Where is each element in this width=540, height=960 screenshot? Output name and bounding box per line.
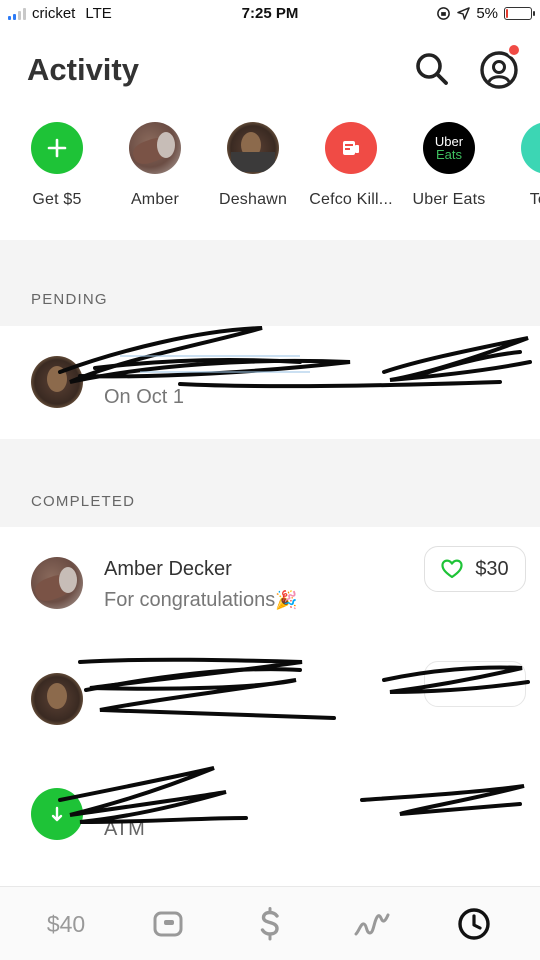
cash-icon — [31, 788, 83, 840]
wallet-icon — [153, 911, 183, 937]
contact-name: Deshawn — [218, 191, 288, 208]
avatar — [227, 122, 279, 174]
row-subtitle: For congratulations🎉 — [104, 589, 298, 611]
store-icon — [325, 122, 377, 174]
row-subtitle: On Oct 1 — [104, 386, 185, 408]
status-bar: cricket LTE 7:25 PM 5% — [0, 0, 540, 30]
battery-icon — [504, 7, 535, 20]
plus-icon — [31, 122, 83, 174]
recent-contacts: Get $5 Amber Deshawn Cefco Kill... Uber … — [0, 122, 540, 222]
section-divider — [0, 439, 540, 527]
section-divider — [0, 240, 540, 326]
search-icon — [416, 53, 448, 85]
party-emoji: 🎉 — [275, 590, 298, 610]
battery-percent: 5% — [476, 5, 498, 22]
bottom-nav: $40 — [0, 886, 540, 960]
contact-name: Texa — [529, 191, 540, 208]
contact-deshawn[interactable]: Deshawn — [203, 122, 303, 209]
avatar — [129, 122, 181, 174]
orientation-lock-icon — [437, 7, 451, 20]
notification-badge — [507, 43, 521, 57]
heart-icon — [441, 559, 463, 579]
contact-texa[interactable]: Texa — [497, 122, 540, 209]
nav-cash[interactable] — [252, 907, 288, 941]
page-title: Activity — [27, 52, 139, 87]
completed-header: COMPLETED — [31, 493, 136, 510]
contact-name: Uber Eats — [412, 191, 486, 208]
dollar-icon — [260, 907, 279, 941]
investing-icon — [354, 913, 390, 936]
amount-value: $30 — [475, 557, 509, 580]
nav-investing[interactable] — [352, 907, 392, 941]
contact-name: Cefco Kill... — [309, 191, 393, 208]
status-icons: 5% — [436, 5, 535, 22]
clock-icon — [458, 908, 490, 940]
pending-header: PENDING — [31, 291, 108, 308]
row-title: Amber Decker — [104, 558, 232, 580]
location-icon — [457, 7, 471, 20]
contact-name: Amber — [130, 191, 180, 208]
contact-get-5[interactable]: Get $5 — [7, 122, 107, 209]
store-icon — [521, 122, 540, 174]
contact-amber[interactable]: Amber — [105, 122, 205, 209]
avatar — [31, 673, 83, 725]
avatar — [31, 356, 83, 408]
contact-name: Get $5 — [32, 191, 82, 208]
nav-activity[interactable] — [455, 907, 493, 941]
row-subtitle: ATM — [104, 818, 145, 840]
nav-balance[interactable]: $40 — [30, 907, 102, 941]
uber-eats-logo: Uber Eats — [423, 122, 475, 174]
amount-pill[interactable]: $30 — [424, 546, 526, 592]
amount-pill[interactable] — [424, 661, 526, 707]
contact-uber-eats[interactable]: Uber Eats Uber Eats — [399, 122, 499, 209]
contact-cefco[interactable]: Cefco Kill... — [301, 122, 401, 209]
search-button[interactable] — [413, 50, 451, 88]
nav-card[interactable] — [150, 907, 186, 941]
avatar — [31, 557, 83, 609]
